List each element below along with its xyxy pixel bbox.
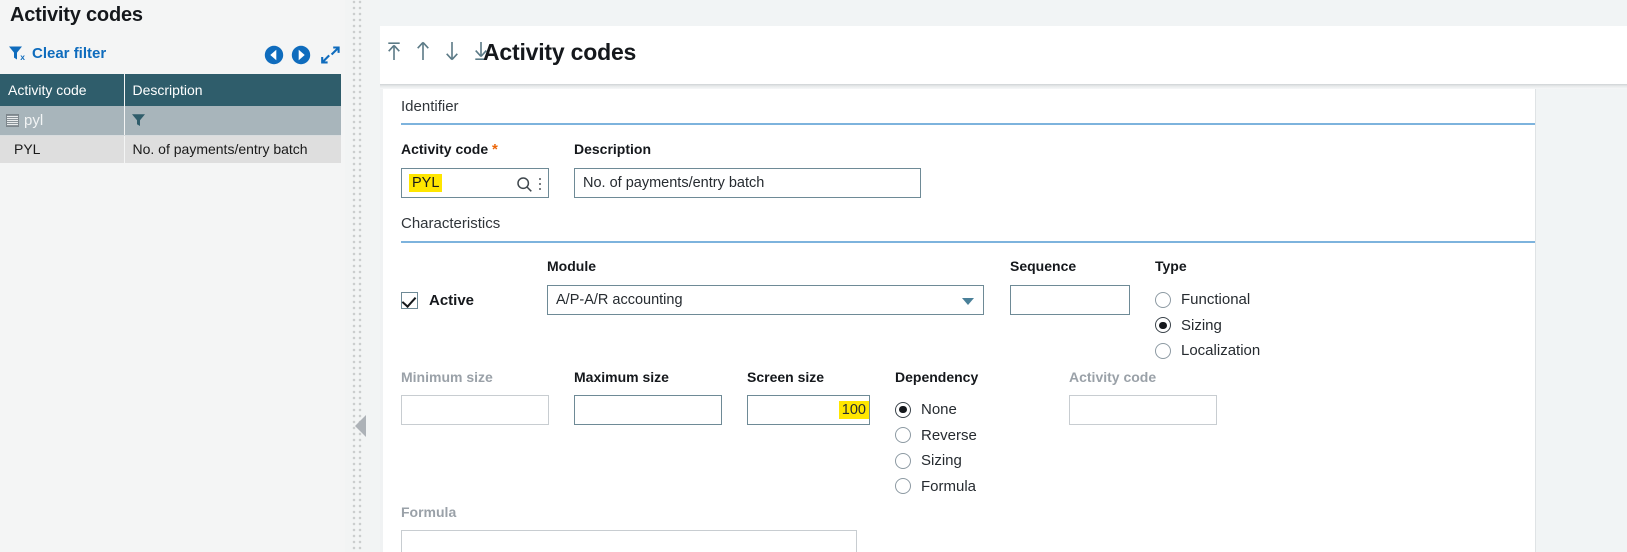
next-record-icon[interactable] — [291, 45, 311, 65]
record-navigation — [385, 40, 490, 62]
label-minimum-size: Minimum size — [401, 369, 493, 385]
detail-top-band — [380, 0, 1627, 26]
maximum-size-input[interactable] — [574, 395, 722, 425]
activity-code-input[interactable]: PYL — [401, 168, 549, 198]
list-nav-group — [264, 45, 341, 65]
funnel-icon[interactable] — [131, 113, 146, 127]
detail-header: Activity codes — [380, 26, 1627, 84]
expand-diagonal-icon[interactable] — [320, 45, 341, 65]
radio-dependency-none[interactable]: None — [895, 397, 977, 423]
previous-record-icon[interactable] — [414, 40, 432, 62]
dependency-radio-group: None Reverse Sizing Formula — [895, 397, 977, 499]
label-dependency: Dependency — [895, 369, 979, 385]
list-panel-title: Activity codes — [10, 4, 143, 26]
radio-circle — [895, 478, 911, 495]
screen-size-value: 100 — [838, 400, 869, 420]
more-options-icon[interactable] — [536, 177, 545, 191]
module-value: A/P-A/R accounting — [556, 292, 683, 308]
activity-codes-table: Activity code Description pyl PYL No. of… — [0, 74, 341, 163]
label-sequence: Sequence — [1010, 258, 1077, 274]
filter-cell-activity-code[interactable]: pyl — [0, 106, 125, 136]
radio-circle — [1155, 342, 1171, 359]
table-filter-row: pyl — [0, 106, 341, 136]
label-description: Description — [574, 141, 652, 157]
detail-form: Identifier Activity code * PYL Descripti… — [380, 89, 1627, 552]
detail-panel: Activity codes Identifier Activity code … — [380, 0, 1627, 552]
clear-filter-label: Clear filter — [32, 45, 107, 62]
filter-cell-description[interactable] — [124, 106, 341, 136]
label-activity-code: Activity code * — [401, 141, 498, 158]
module-select[interactable]: A/P-A/R accounting — [547, 285, 984, 315]
label-type: Type — [1155, 258, 1187, 274]
label-formula: Formula — [401, 504, 457, 520]
label-module: Module — [547, 258, 596, 274]
radio-type-functional[interactable]: Functional — [1155, 287, 1260, 313]
radio-circle — [1155, 291, 1171, 308]
form-right-gutter — [1535, 89, 1627, 552]
sequence-input[interactable] — [1010, 285, 1130, 315]
radio-label: Functional — [1181, 291, 1251, 309]
filter-value-activity-code: pyl — [24, 111, 44, 129]
cell-activity-code: PYL — [0, 135, 125, 163]
description-input[interactable]: No. of payments/entry batch — [574, 168, 921, 198]
radio-dependency-reverse[interactable]: Reverse — [895, 423, 977, 449]
radio-type-sizing[interactable]: Sizing — [1155, 313, 1260, 339]
radio-circle — [895, 427, 911, 444]
radio-circle — [1155, 317, 1171, 334]
label-maximum-size: Maximum size — [574, 369, 669, 385]
checkbox-box — [401, 292, 418, 309]
previous-record-icon[interactable] — [264, 45, 284, 65]
radio-dependency-sizing[interactable]: Sizing — [895, 448, 977, 474]
label-screen-size: Screen size — [747, 369, 825, 385]
radio-label: Sizing — [1181, 316, 1222, 334]
active-label: Active — [429, 292, 475, 309]
activity-code-value: PYL — [409, 173, 443, 193]
radio-label: None — [921, 401, 957, 419]
list-panel: Activity codes x Clear filter Activity c… — [0, 0, 345, 552]
chevron-down-icon — [962, 298, 974, 305]
radio-dependency-formula[interactable]: Formula — [895, 474, 977, 500]
section-rule-characteristics — [401, 241, 1538, 243]
search-icon[interactable] — [516, 176, 533, 193]
svg-text:x: x — [20, 52, 25, 62]
funnel-x-icon: x — [9, 46, 25, 62]
section-heading-characteristics: Characteristics — [401, 215, 501, 232]
radio-label: Reverse — [921, 426, 977, 444]
app-root: Activity codes x Clear filter Activity c… — [0, 0, 1627, 552]
radio-type-localization[interactable]: Localization — [1155, 338, 1260, 364]
panel-splitter[interactable] — [345, 0, 380, 552]
column-header-description[interactable]: Description — [124, 74, 341, 106]
label-dependency-activity-code: Activity code — [1069, 369, 1157, 385]
type-radio-group: Functional Sizing Localization — [1155, 287, 1260, 364]
clear-filter-button[interactable]: x Clear filter — [8, 45, 106, 62]
active-checkbox[interactable]: Active — [401, 292, 474, 309]
screen-size-input[interactable]: 100 — [747, 395, 870, 425]
radio-circle — [895, 452, 911, 469]
splitter-grip-dots — [352, 0, 364, 552]
radio-circle — [895, 401, 911, 418]
radio-label: Localization — [1181, 342, 1261, 360]
minimum-size-input[interactable] — [401, 395, 549, 425]
grid-selector-icon[interactable] — [6, 113, 19, 127]
first-record-icon[interactable] — [385, 40, 403, 62]
radio-label: Sizing — [921, 452, 962, 470]
column-header-activity-code[interactable]: Activity code — [0, 74, 125, 106]
section-rule-identifier — [401, 123, 1538, 125]
dependency-activity-code-input[interactable] — [1069, 395, 1217, 425]
list-filter-bar: x Clear filter — [0, 42, 345, 74]
collapse-panel-handle[interactable] — [355, 415, 366, 437]
next-record-icon[interactable] — [443, 40, 461, 62]
cell-description: No. of payments/entry batch — [124, 135, 341, 163]
table-row[interactable]: PYL No. of payments/entry batch — [0, 135, 341, 163]
table-header-row: Activity code Description — [0, 74, 341, 106]
section-heading-identifier: Identifier — [401, 98, 459, 115]
required-marker: * — [492, 141, 498, 158]
detail-panel-title: Activity codes — [483, 39, 637, 65]
radio-label: Formula — [921, 477, 977, 495]
formula-input[interactable] — [401, 530, 857, 552]
